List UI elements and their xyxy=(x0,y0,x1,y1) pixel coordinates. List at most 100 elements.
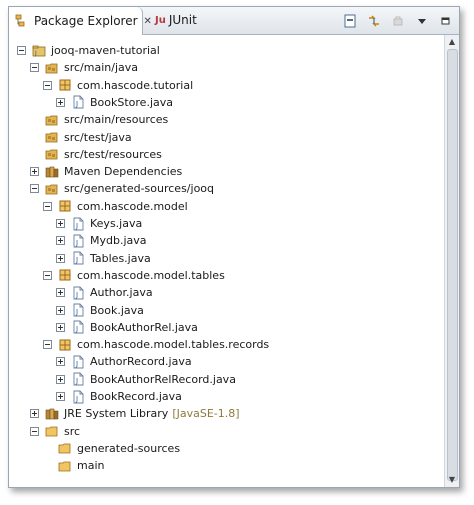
java-file-icon: J xyxy=(71,303,85,317)
tree-item[interactable]: J Author.java xyxy=(56,284,153,301)
svg-text:J: J xyxy=(75,239,78,247)
tab-package-explorer[interactable]: Package Explorer ✕ xyxy=(9,7,152,35)
tree-item-label: src xyxy=(64,424,81,438)
tree-item[interactable]: src/test/resources xyxy=(30,146,162,163)
project-icon: J xyxy=(32,44,46,58)
tree-item[interactable]: generated-sources xyxy=(43,440,180,457)
tab-junit[interactable]: Ju JUnit xyxy=(149,7,219,33)
java-file-icon: J xyxy=(71,234,85,248)
project-tree: Jjooq-maven-tutorial src/main/java com.has… xyxy=(9,35,445,487)
minimize-icon[interactable] xyxy=(437,12,455,30)
java-file-icon: J xyxy=(71,355,85,369)
link-with-editor-icon[interactable] xyxy=(365,12,383,30)
tree-item[interactable]: src/main/resources xyxy=(30,111,168,128)
tree-item[interactable]: J Tables.java xyxy=(56,250,151,267)
scroll-up-icon[interactable]: ▲ xyxy=(447,37,457,47)
tree-item[interactable]: src/main/java xyxy=(30,59,138,76)
tree-item-label: src/generated-sources/jooq xyxy=(64,182,215,196)
tab-label: Package Explorer xyxy=(34,14,138,28)
tree-item[interactable]: J BookAuthorRelRecord.java xyxy=(56,371,236,388)
tree-item[interactable]: JRE System Library [JavaSE-1.8] xyxy=(30,405,240,422)
tree-item[interactable]: src xyxy=(30,423,80,440)
scrollbar-thumb[interactable] xyxy=(447,49,458,481)
package-icon xyxy=(58,268,72,282)
tree-item-label: src/test/java xyxy=(64,130,132,144)
svg-text:J: J xyxy=(34,50,37,57)
java-file-icon: J xyxy=(71,372,85,386)
source-folder-icon xyxy=(45,130,59,144)
expand-icon[interactable] xyxy=(56,374,65,384)
tree-item[interactable]: com.hascode.model.tables xyxy=(43,267,225,284)
tree-item[interactable]: com.hascode.tutorial xyxy=(43,77,193,94)
tree-item[interactable]: src/generated-sources/jooq xyxy=(30,180,214,197)
tree-item[interactable]: J Book.java xyxy=(56,302,144,319)
collapse-icon[interactable] xyxy=(43,80,52,90)
tree-item-label: Author.java xyxy=(90,286,153,300)
junit-icon: Ju xyxy=(155,14,166,26)
tree-item-label: com.hascode.model xyxy=(77,199,188,213)
svg-text:J: J xyxy=(75,100,78,108)
tree-item[interactable]: main xyxy=(43,457,104,474)
collapse-icon[interactable] xyxy=(43,270,52,280)
expand-icon[interactable] xyxy=(30,167,39,177)
package-icon xyxy=(58,78,72,92)
collapse-icon[interactable] xyxy=(43,201,52,211)
java-file-icon: J xyxy=(71,286,85,300)
expand-icon[interactable] xyxy=(56,288,65,298)
tree-item[interactable]: src/test/java xyxy=(30,129,132,146)
expand-icon[interactable] xyxy=(56,253,65,263)
expand-icon[interactable] xyxy=(56,392,65,401)
disabled-action-icon xyxy=(389,12,407,30)
expand-icon[interactable] xyxy=(56,97,65,107)
svg-text:J: J xyxy=(75,395,78,403)
folder-icon xyxy=(45,424,59,438)
tree-item-label: src/main/java xyxy=(64,61,139,75)
tree-item[interactable]: J BookRecord.java xyxy=(56,388,182,405)
tree-item-label: com.hascode.model.tables xyxy=(77,268,225,282)
collapse-all-icon[interactable] xyxy=(341,12,359,30)
package-explorer-icon xyxy=(15,14,29,28)
tree-item-label: jooq-maven-tutorial xyxy=(51,44,160,57)
svg-text:J: J xyxy=(75,360,78,368)
tree-item[interactable]: Maven Dependencies xyxy=(30,163,182,180)
expand-icon[interactable] xyxy=(30,409,39,419)
tree-item[interactable]: J Keys.java xyxy=(56,215,142,232)
tree-item-label: Mydb.java xyxy=(90,234,147,248)
tree-item[interactable]: Jjooq-maven-tutorial xyxy=(17,42,160,59)
collapse-icon[interactable] xyxy=(17,46,26,55)
tree-item-label: BookStore.java xyxy=(90,95,173,109)
package-icon xyxy=(58,338,72,352)
source-folder-icon xyxy=(45,113,59,127)
expand-icon[interactable] xyxy=(56,236,65,246)
java-file-icon: J xyxy=(71,390,85,404)
tree-item[interactable]: com.hascode.model.tables.records xyxy=(43,336,269,353)
collapse-icon[interactable] xyxy=(30,184,39,194)
svg-text:J: J xyxy=(75,256,78,264)
tree-item-label: Book.java xyxy=(90,303,144,317)
source-folder-icon xyxy=(45,182,59,196)
collapse-icon[interactable] xyxy=(43,340,52,350)
collapse-icon[interactable] xyxy=(30,63,39,73)
tree-item-label: AuthorRecord.java xyxy=(90,355,192,369)
tab-label: JUnit xyxy=(168,13,197,27)
tree-item-label: BookAuthorRel.java xyxy=(90,320,198,334)
collapse-icon[interactable] xyxy=(30,426,39,436)
tree-item[interactable]: J AuthorRecord.java xyxy=(56,353,192,370)
vertical-scrollbar[interactable]: ▲ ▼ xyxy=(444,35,459,487)
tree-item[interactable]: J Mydb.java xyxy=(56,232,147,249)
tree-item-label: src/main/resources xyxy=(64,113,169,127)
expand-icon[interactable] xyxy=(56,219,65,228)
expand-icon[interactable] xyxy=(56,305,65,315)
tree-item[interactable]: com.hascode.model xyxy=(43,198,188,215)
tree-item-label: com.hascode.tutorial xyxy=(77,78,194,92)
view-tab-bar: Package Explorer ✕ Ju JUnit xyxy=(9,7,459,35)
tree-item-label: Maven Dependencies xyxy=(64,165,183,179)
tree-item-label: JRE System Library xyxy=(64,407,169,421)
source-folder-icon xyxy=(45,147,59,161)
tree-item[interactable]: J BookStore.java xyxy=(56,94,173,111)
view-menu-icon[interactable] xyxy=(413,12,431,30)
scroll-down-icon[interactable]: ▼ xyxy=(447,475,457,485)
expand-icon[interactable] xyxy=(56,322,65,332)
tree-item[interactable]: J BookAuthorRel.java xyxy=(56,319,198,336)
expand-icon[interactable] xyxy=(56,357,65,367)
